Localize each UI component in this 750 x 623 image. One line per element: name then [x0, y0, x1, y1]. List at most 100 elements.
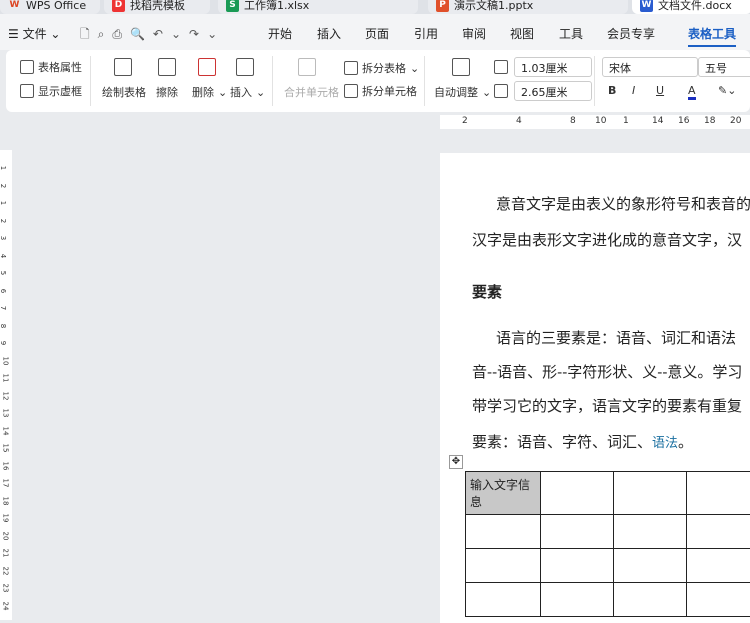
table-cell[interactable]	[540, 549, 613, 583]
ruler-tick-label: 24	[1, 601, 9, 610]
table-cell[interactable]	[466, 515, 541, 549]
font-size-select[interactable]: 五号	[698, 57, 750, 77]
tab-pptx[interactable]: P演示文稿1.pptx	[428, 0, 628, 14]
ruler-tick-label: 23	[1, 584, 9, 593]
split-table-icon	[344, 61, 358, 75]
ruler-tick-label: 2	[0, 218, 7, 222]
horizontal-ruler[interactable]: 2 4 8 10 1 14 16 18 20	[440, 115, 750, 129]
draw-table-icon	[114, 58, 132, 76]
tab-templates[interactable]: D找稻壳模板	[104, 0, 210, 14]
show-gridlines-button[interactable]: 显示虚框	[20, 83, 82, 99]
menu-view[interactable]: 视图	[510, 25, 534, 42]
ruler-tick-label: 22	[1, 566, 9, 575]
table-cell[interactable]	[613, 583, 686, 617]
ruler-tick-label: 11	[1, 374, 9, 383]
table-move-handle-icon[interactable]: ✥	[449, 455, 463, 469]
presentation-icon: P	[436, 0, 449, 12]
ruler-tick-label: 18	[1, 496, 9, 505]
table-properties-icon	[20, 60, 34, 74]
erase-button[interactable]: 擦除	[156, 84, 178, 100]
ruler-tick-label: 6	[0, 288, 7, 292]
ruler-tick-label: 16	[1, 461, 9, 470]
ruler-tick-label: 1	[0, 166, 7, 170]
ruler-tick-label: 8	[0, 323, 7, 327]
table-cell[interactable]	[540, 583, 613, 617]
table-cell[interactable]	[540, 472, 613, 515]
ribbon: 表格属性 显示虚框 绘制表格 擦除 删除⌄ 插入⌄ 合并单元格 拆分表格⌄ 拆分…	[6, 50, 750, 112]
table-cell[interactable]	[686, 583, 750, 617]
underline-button[interactable]: U	[656, 84, 664, 97]
menu-review[interactable]: 审阅	[462, 25, 486, 42]
table-cell[interactable]	[613, 549, 686, 583]
merge-cells-icon	[298, 58, 316, 76]
delete-button[interactable]: 删除⌄	[192, 84, 227, 100]
row-height-input[interactable]: 1.03厘米	[514, 57, 592, 77]
paragraph-line: 意音文字是由表义的象形符号和表音的	[496, 193, 750, 214]
divider	[272, 56, 273, 106]
highlight-icon[interactable]: ✎⌄	[718, 84, 736, 97]
tab-docx[interactable]: W文档文件.docx	[632, 0, 750, 14]
ruler-tick-label: 20	[1, 531, 9, 540]
document-icon: W	[640, 0, 653, 12]
menu-member[interactable]: 会员专享	[607, 25, 655, 42]
table-cell[interactable]: 输入文字信息	[466, 472, 541, 515]
col-width-input[interactable]: 2.65厘米	[514, 81, 592, 101]
col-width-icon	[494, 84, 508, 98]
divider	[90, 56, 91, 106]
italic-button[interactable]: I	[632, 84, 635, 97]
menu-tools[interactable]: 工具	[559, 25, 583, 42]
menu-insert[interactable]: 插入	[317, 25, 341, 42]
font-select[interactable]: 宋体	[602, 57, 698, 77]
ruler-tick-label: 10	[1, 356, 9, 365]
merge-cells-button[interactable]: 合并单元格	[284, 84, 339, 100]
table-cell[interactable]	[540, 515, 613, 549]
bold-button[interactable]: B	[608, 84, 616, 97]
paragraph-line: 带学习它的文字，语言文字的要素有重复	[472, 395, 742, 416]
table-row	[466, 549, 750, 583]
ruler-tick-label: 2	[0, 183, 7, 187]
document-table[interactable]: 输入文字信息	[465, 471, 750, 617]
ruler-tick-label: 21	[1, 549, 9, 558]
split-table-button[interactable]: 拆分表格⌄	[344, 60, 419, 76]
table-cell[interactable]	[613, 515, 686, 549]
paragraph-line: 要素：语音、字符、词汇、语法。	[472, 431, 693, 452]
spreadsheet-icon: S	[226, 0, 239, 12]
gridlines-icon	[20, 84, 34, 98]
table-cell[interactable]	[466, 583, 541, 617]
document-page[interactable]: 意音文字是由表义的象形符号和表音的 汉字是由表形文字进化成的意音文字，汉 要素 …	[440, 153, 750, 623]
draw-table-button[interactable]: 绘制表格	[102, 84, 146, 100]
ruler-tick-label: 17	[1, 479, 9, 488]
ruler-tick-label: 1	[0, 201, 7, 205]
auto-fit-button[interactable]: 自动调整⌄	[434, 84, 491, 100]
menu-references[interactable]: 引用	[414, 25, 438, 42]
section-heading: 要素	[472, 281, 502, 302]
split-cells-button[interactable]: 拆分单元格	[344, 83, 417, 99]
ruler-tick-label: 9	[0, 341, 7, 345]
quick-access-toolbar[interactable]: 🗋⌕⎙🔍↶⌄↷⌄	[80, 25, 225, 46]
file-menu[interactable]: ☰ 文件 ⌄	[8, 25, 60, 42]
table-cell[interactable]	[686, 515, 750, 549]
ruler-tick-label: 4	[0, 253, 7, 257]
insert-button[interactable]: 插入⌄	[230, 84, 265, 100]
table-cell[interactable]	[686, 549, 750, 583]
table-cell[interactable]	[466, 549, 541, 583]
table-properties-button[interactable]: 表格属性	[20, 59, 82, 75]
paragraph-line: 语言的三要素是：语音、词汇和语法	[496, 327, 736, 348]
ruler-tick-label: 13	[1, 409, 9, 418]
table-cell[interactable]	[686, 472, 750, 515]
tab-xlsx[interactable]: S工作簿1.xlsx	[218, 0, 418, 14]
table-cell[interactable]	[613, 472, 686, 515]
paragraph-line: 音--语音、形--字符形状、义--意义。学习	[472, 361, 742, 382]
paragraph-line: 汉字是由表形文字进化成的意音文字，汉	[472, 229, 742, 250]
tab-wps-office[interactable]: WWPS Office	[0, 0, 100, 14]
ruler-tick-label: 12	[1, 391, 9, 400]
wps-logo-icon: W	[8, 0, 21, 12]
vertical-ruler[interactable]: /* placeholder */ 1212345678910111213141…	[0, 150, 12, 620]
menu-page[interactable]: 页面	[365, 25, 389, 42]
font-color-button[interactable]: A	[688, 84, 696, 100]
insert-icon	[236, 58, 254, 76]
ruler-tick-label: 19	[1, 514, 9, 523]
menu-start[interactable]: 开始	[268, 25, 292, 42]
split-cells-icon	[344, 84, 358, 98]
menu-table-tools[interactable]: 表格工具	[688, 25, 736, 47]
